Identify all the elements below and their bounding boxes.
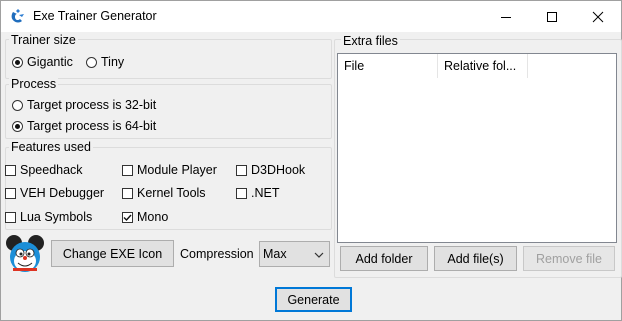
column-header-file[interactable]: File — [338, 54, 438, 78]
module-player-checkbox[interactable]: Module Player — [122, 162, 217, 178]
process-64bit-label: Target process is 64-bit — [27, 119, 157, 133]
module-player-label: Module Player — [137, 163, 217, 177]
maximize-icon — [547, 11, 557, 22]
compression-value: Max — [263, 247, 287, 261]
radio-indicator — [86, 56, 97, 68]
gigantic-radio[interactable]: Gigantic — [12, 54, 73, 70]
mono-label: Mono — [137, 210, 169, 224]
generate-button[interactable]: Generate — [275, 287, 352, 312]
close-button[interactable] — [575, 1, 621, 32]
add-files-button[interactable]: Add file(s) — [434, 246, 517, 271]
veh-debugger-checkbox[interactable]: VEH Debugger — [5, 185, 104, 201]
mono-checkbox[interactable]: Mono — [122, 209, 168, 225]
chevron-down-icon — [314, 252, 324, 258]
title-bar[interactable]: Exe Trainer Generator — [1, 1, 621, 32]
cheat-engine-icon — [11, 9, 24, 23]
extra-files-list[interactable]: File Relative fol... — [337, 53, 617, 243]
process-32bit-radio[interactable]: Target process is 32-bit — [12, 97, 156, 113]
process-legend: Process — [9, 77, 59, 91]
change-exe-icon-button[interactable]: Change EXE Icon — [51, 240, 174, 267]
checkbox-box — [236, 164, 247, 176]
radio-indicator — [12, 120, 23, 132]
checkbox-box — [236, 187, 247, 199]
checkbox-box — [5, 164, 16, 176]
checkmark-icon — [123, 214, 132, 221]
checkbox-box — [122, 187, 133, 199]
column-header-relative-folder[interactable]: Relative fol... — [438, 54, 528, 78]
checkbox-box — [5, 187, 16, 199]
lua-symbols-label: Lua Symbols — [20, 210, 93, 224]
veh-debugger-label: VEH Debugger — [20, 186, 105, 200]
extra-files-legend: Extra files — [341, 34, 400, 48]
trainer-size-legend: Trainer size — [9, 33, 78, 47]
d3dhook-label: D3DHook — [251, 163, 306, 177]
dotnet-label: .NET — [251, 186, 280, 200]
speedhack-label: Speedhack — [20, 163, 83, 177]
process-32bit-label: Target process is 32-bit — [27, 98, 157, 112]
exe-trainer-generator-window: Exe Trainer Generator Trainer size Gigan… — [0, 0, 622, 321]
client-area: Trainer size Gigantic Tiny Process Targe… — [1, 32, 622, 320]
window-title: Exe Trainer Generator — [33, 9, 157, 23]
kernel-tools-label: Kernel Tools — [137, 186, 206, 200]
trainer-icon-preview — [6, 235, 44, 272]
lua-symbols-checkbox[interactable]: Lua Symbols — [5, 209, 92, 225]
kernel-tools-checkbox[interactable]: Kernel Tools — [122, 185, 206, 201]
tiny-radio[interactable]: Tiny — [86, 54, 124, 70]
minimize-button[interactable] — [483, 1, 529, 32]
checkbox-box — [122, 211, 133, 223]
minimize-icon — [501, 16, 511, 18]
radio-indicator — [12, 56, 23, 68]
maximize-button[interactable] — [529, 1, 575, 32]
d3dhook-checkbox[interactable]: D3DHook — [236, 162, 305, 178]
gigantic-label: Gigantic — [27, 55, 73, 69]
radio-indicator — [12, 99, 23, 111]
dotnet-checkbox[interactable]: .NET — [236, 185, 279, 201]
features-legend: Features used — [9, 140, 93, 154]
tiny-label: Tiny — [101, 55, 125, 69]
add-folder-button[interactable]: Add folder — [340, 246, 428, 271]
checkbox-box — [122, 164, 133, 176]
compression-select[interactable]: Max — [259, 241, 330, 267]
speedhack-checkbox[interactable]: Speedhack — [5, 162, 83, 178]
remove-file-button[interactable]: Remove file — [523, 246, 615, 271]
checkbox-box — [5, 211, 16, 223]
compression-label: Compression — [180, 247, 254, 261]
close-icon — [592, 11, 604, 22]
list-header: File Relative fol... — [338, 54, 528, 78]
process-64bit-radio[interactable]: Target process is 64-bit — [12, 118, 156, 134]
